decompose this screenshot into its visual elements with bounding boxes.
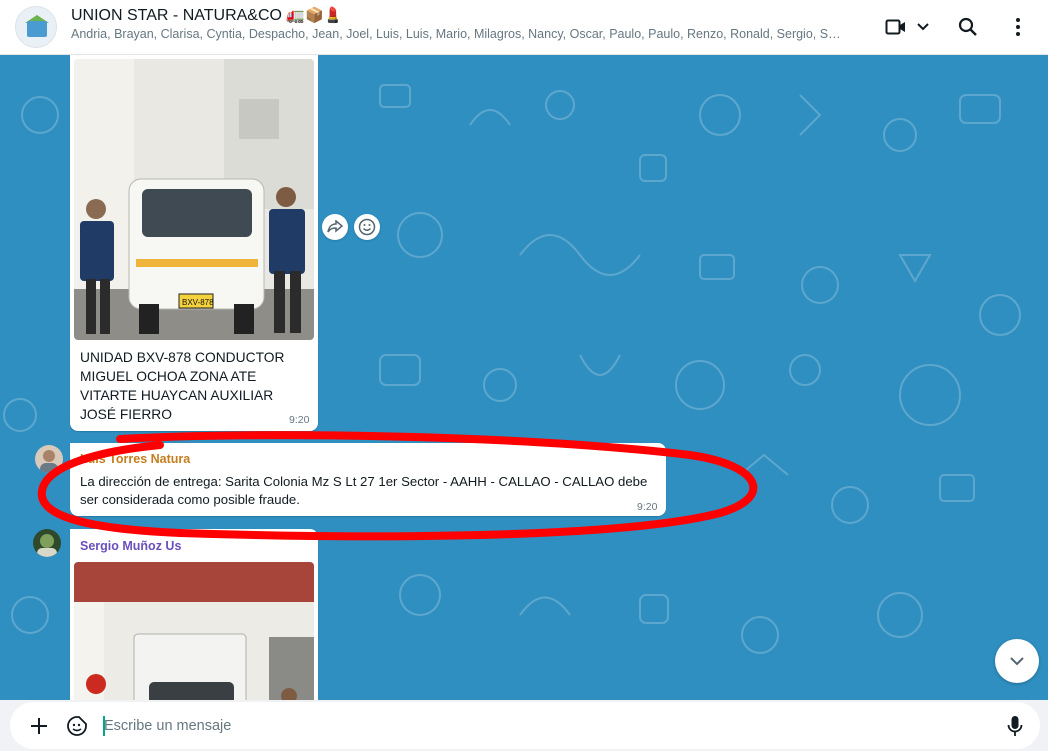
- emoji-react-icon: [358, 218, 376, 236]
- image-caption: UNIDAD BXV-878 CONDUCTOR MIGUEL OCHOA ZO…: [80, 350, 285, 422]
- avatar-illustration: [40, 450, 58, 473]
- truck-photo-illustration: [74, 562, 314, 700]
- mic-icon: [1007, 716, 1023, 736]
- group-members-list[interactable]: Andria, Brayan, Clarisa, Cyntia, Despach…: [71, 27, 846, 41]
- search-icon: [958, 17, 977, 36]
- group-title[interactable]: UNION STAR - NATURA&CO 🚛📦💄: [71, 6, 342, 25]
- text-message-bubble[interactable]: Luis Torres Natura La dirección de entre…: [70, 443, 666, 516]
- video-call-button[interactable]: [884, 12, 932, 42]
- group-avatar[interactable]: [15, 6, 57, 48]
- forward-icon: [327, 220, 343, 233]
- sticker-button[interactable]: [64, 713, 90, 739]
- message-text: La dirección de entrega: Sarita Colonia …: [80, 474, 648, 507]
- react-button[interactable]: [354, 214, 380, 240]
- svg-text:BXV-878: BXV-878: [182, 298, 214, 307]
- composer-box[interactable]: [10, 702, 1040, 749]
- menu-button[interactable]: [1003, 12, 1033, 42]
- search-button[interactable]: [953, 12, 983, 42]
- sender-avatar[interactable]: [33, 529, 61, 557]
- message-photo[interactable]: BXV-878: [74, 59, 314, 340]
- scroll-down-icon: [1010, 657, 1024, 666]
- video-call-icon: [885, 19, 905, 35]
- chat-header[interactable]: UNION STAR - NATURA&CO 🚛📦💄 Andria, Braya…: [0, 0, 1048, 55]
- chevron-down-icon: [917, 23, 929, 31]
- message-time: 9:20: [637, 501, 658, 513]
- message-photo[interactable]: [74, 562, 314, 700]
- avatar-illustration: [37, 534, 57, 557]
- attach-button[interactable]: [26, 713, 52, 739]
- message-sender-name[interactable]: Sergio Muñoz Us: [80, 539, 181, 553]
- image-message-bubble[interactable]: Sergio Muñoz Us: [70, 529, 318, 700]
- image-message-bubble[interactable]: BXV-878 UNIDAD BXV-878 CONDUCTOR MIGUEL …: [70, 55, 318, 431]
- van-photo-illustration: BXV-878: [74, 59, 314, 340]
- group-title-text: UNION STAR - NATURA&CO: [71, 7, 282, 24]
- sender-avatar[interactable]: [35, 445, 63, 473]
- group-title-emojis: 🚛📦💄: [286, 7, 343, 24]
- plus-icon: [31, 718, 47, 734]
- message-time: 9:20: [289, 414, 310, 426]
- scroll-to-bottom-button[interactable]: [995, 639, 1039, 683]
- message-actions: [322, 214, 380, 240]
- avatar-house-shape: [27, 21, 47, 37]
- message-input[interactable]: [104, 715, 984, 737]
- message-sender-name[interactable]: Luis Torres Natura: [80, 452, 190, 466]
- sticker-icon: [67, 716, 87, 736]
- kebab-menu-icon: [1016, 18, 1020, 36]
- forward-button[interactable]: [322, 214, 348, 240]
- composer-bar: [0, 700, 1048, 751]
- chat-area[interactable]: BXV-878 UNIDAD BXV-878 CONDUCTOR MIGUEL …: [0, 55, 1048, 700]
- voice-message-button[interactable]: [1002, 713, 1028, 739]
